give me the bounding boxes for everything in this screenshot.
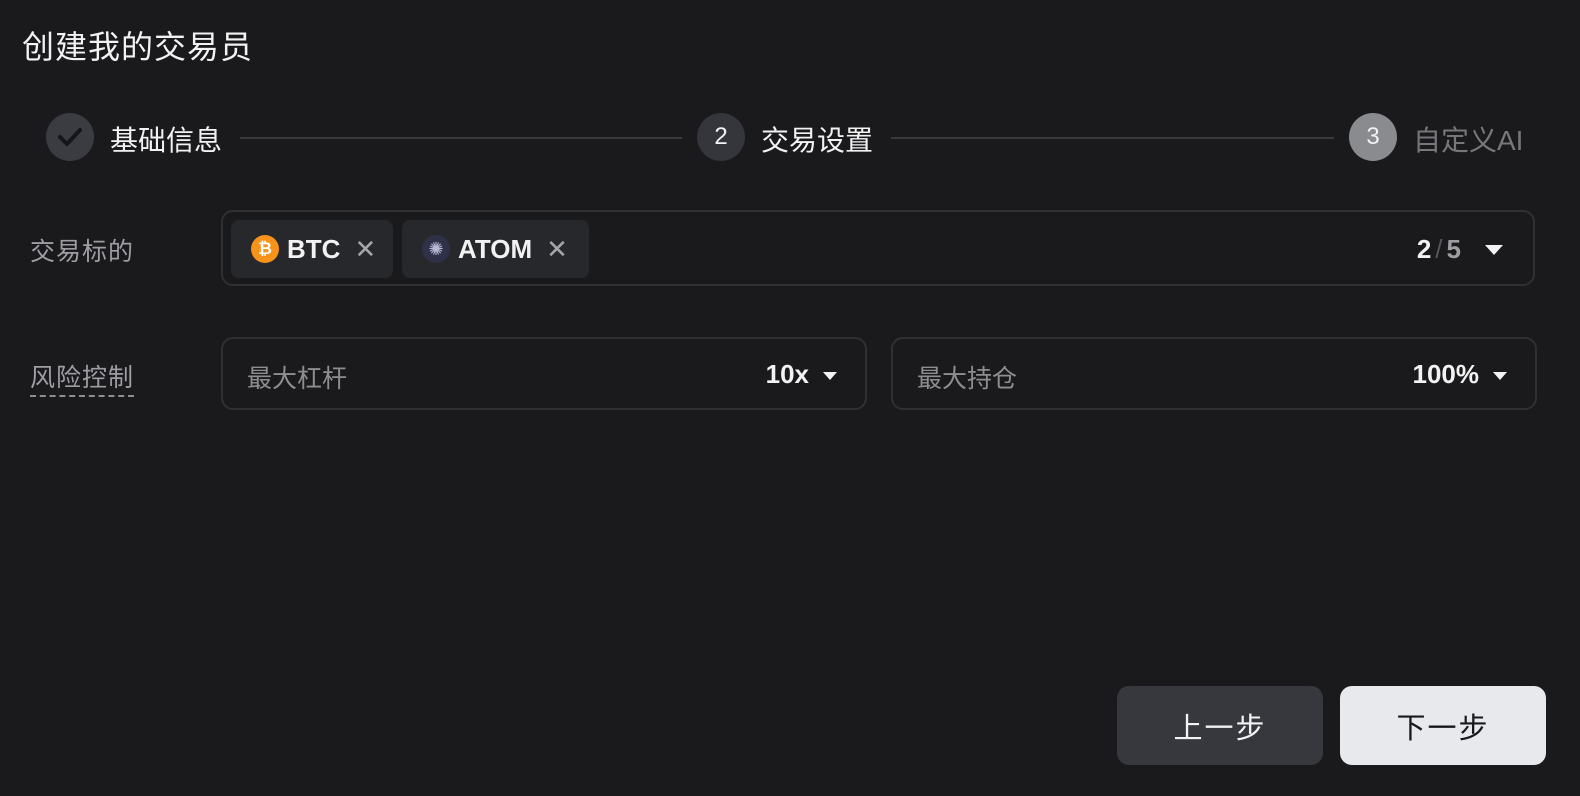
risk-control-label[interactable]: 风险控制 [30, 358, 135, 397]
tag-btc: ₿ BTC ✕ [231, 220, 393, 278]
step-2-circle: 2 [697, 113, 745, 161]
step-1-circle [46, 113, 94, 161]
chevron-down-icon [1493, 372, 1507, 380]
cosmos-atom-icon: ✺ [422, 235, 450, 263]
max-count: 5 [1446, 234, 1461, 264]
create-trader-dialog: 创建我的交易员 基础信息 2 交易设置 3 自定义AI 交易标的 ₿ BTC ✕… [0, 0, 1580, 796]
step-connector-2 [891, 137, 1334, 139]
check-icon [58, 128, 82, 146]
count-separator: / [1435, 234, 1443, 264]
step-3-label: 自定义AI [1413, 125, 1524, 156]
tag-atom-label: ATOM [458, 233, 533, 264]
step-2-label: 交易设置 [761, 125, 874, 156]
max-leverage-value: 10x [765, 359, 809, 389]
tag-atom: ✺ ATOM ✕ [402, 220, 589, 278]
trading-target-select[interactable]: ₿ BTC ✕ ✺ ATOM ✕ 2/5 [221, 210, 1535, 286]
max-position-value: 100% [1412, 359, 1480, 389]
max-leverage-select[interactable]: 最大杠杆 10x [221, 337, 867, 410]
selection-count: 2/5 [1417, 234, 1461, 265]
max-position-select[interactable]: 最大持仓 100% [891, 337, 1537, 410]
max-position-label: 最大持仓 [917, 365, 1018, 393]
chevron-down-icon[interactable] [1485, 245, 1503, 255]
previous-step-button[interactable]: 上一步 [1117, 686, 1323, 765]
step-3-circle: 3 [1349, 113, 1397, 161]
tag-btc-label: BTC [287, 233, 341, 264]
max-leverage-label: 最大杠杆 [247, 365, 348, 393]
chevron-down-icon [823, 372, 837, 380]
dialog-title: 创建我的交易员 [22, 29, 254, 65]
step-connector-1 [240, 137, 682, 139]
selected-count: 2 [1416, 234, 1432, 264]
bitcoin-icon: ₿ [251, 235, 279, 263]
trading-target-label: 交易标的 [30, 238, 135, 266]
stepper: 基础信息 2 交易设置 3 自定义AI [46, 113, 1526, 163]
next-step-button[interactable]: 下一步 [1340, 686, 1546, 765]
step-1-label: 基础信息 [110, 125, 223, 156]
remove-atom-icon[interactable]: ✕ [546, 236, 568, 262]
remove-btc-icon[interactable]: ✕ [354, 236, 376, 262]
